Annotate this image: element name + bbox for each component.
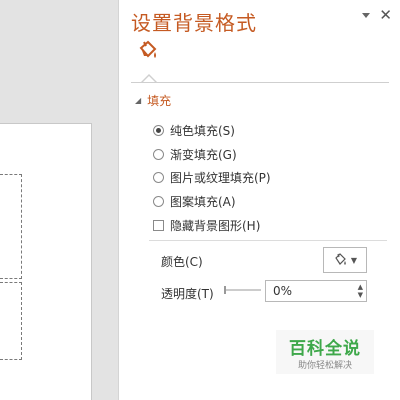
radio-solid-fill-label: 纯色填充(S)	[170, 124, 235, 138]
section-divider	[149, 240, 387, 241]
watermark-sub-text: 助你轻松解决	[297, 361, 352, 371]
radio-button[interactable]	[153, 149, 164, 160]
radio-button[interactable]	[153, 196, 164, 207]
close-icon[interactable]: ✕	[379, 8, 392, 23]
radio-button[interactable]	[153, 172, 164, 183]
subtitle-placeholder[interactable]	[0, 282, 22, 360]
checkbox[interactable]	[153, 220, 164, 231]
fill-section-header[interactable]: ◢ 填充	[135, 92, 171, 109]
pane-options-chevron-icon[interactable]	[361, 10, 371, 20]
radio-gradient-fill-label: 渐变填充(G)	[170, 148, 237, 162]
watermark-logo: 百科全说 助你轻松解决	[276, 330, 374, 374]
spin-up-icon[interactable]: ▲	[358, 284, 363, 291]
pane-title: 设置背景格式	[131, 11, 257, 35]
spin-down-icon[interactable]: ▼	[358, 292, 363, 299]
color-label: 颜色(C)	[161, 255, 203, 269]
slide-canvas[interactable]	[0, 123, 92, 400]
transparency-spinbox[interactable]: 0% ▲ ▼	[265, 280, 367, 302]
pane-tab-bar	[131, 38, 389, 84]
fill-section-label: 填充	[147, 94, 172, 108]
radio-picture-texture-fill[interactable]: 图片或纹理填充(P)	[153, 169, 271, 186]
hide-background-graphics-label: 隐藏背景图形(H)	[170, 219, 261, 233]
pane-title-buttons: ✕	[361, 8, 392, 23]
radio-gradient-fill[interactable]: 渐变填充(G)	[153, 146, 237, 163]
slide-editing-area	[0, 0, 118, 400]
radio-pattern-fill-label: 图案填充(A)	[170, 195, 236, 209]
tab-divider	[131, 82, 389, 83]
watermark-main-text: 百科全说	[289, 339, 361, 359]
radio-pattern-fill[interactable]: 图案填充(A)	[153, 193, 236, 210]
radio-picture-texture-fill-label: 图片或纹理填充(P)	[170, 171, 271, 185]
transparency-label: 透明度(T)	[161, 287, 214, 301]
transparency-slider[interactable]	[223, 283, 263, 297]
paint-bucket-icon[interactable]	[135, 40, 159, 66]
title-placeholder[interactable]	[0, 174, 22, 279]
chevron-down-icon: ▼	[350, 255, 358, 265]
transparency-value[interactable]: 0%	[273, 284, 292, 298]
radio-solid-fill[interactable]: 纯色填充(S)	[153, 122, 235, 139]
fill-color-icon	[335, 253, 346, 265]
fill-color-dropdown[interactable]: ▼	[323, 247, 367, 273]
hide-background-graphics-checkbox[interactable]: 隐藏背景图形(H)	[153, 217, 260, 234]
radio-button-selected[interactable]	[153, 125, 164, 136]
collapse-triangle-icon[interactable]: ◢	[135, 96, 141, 105]
